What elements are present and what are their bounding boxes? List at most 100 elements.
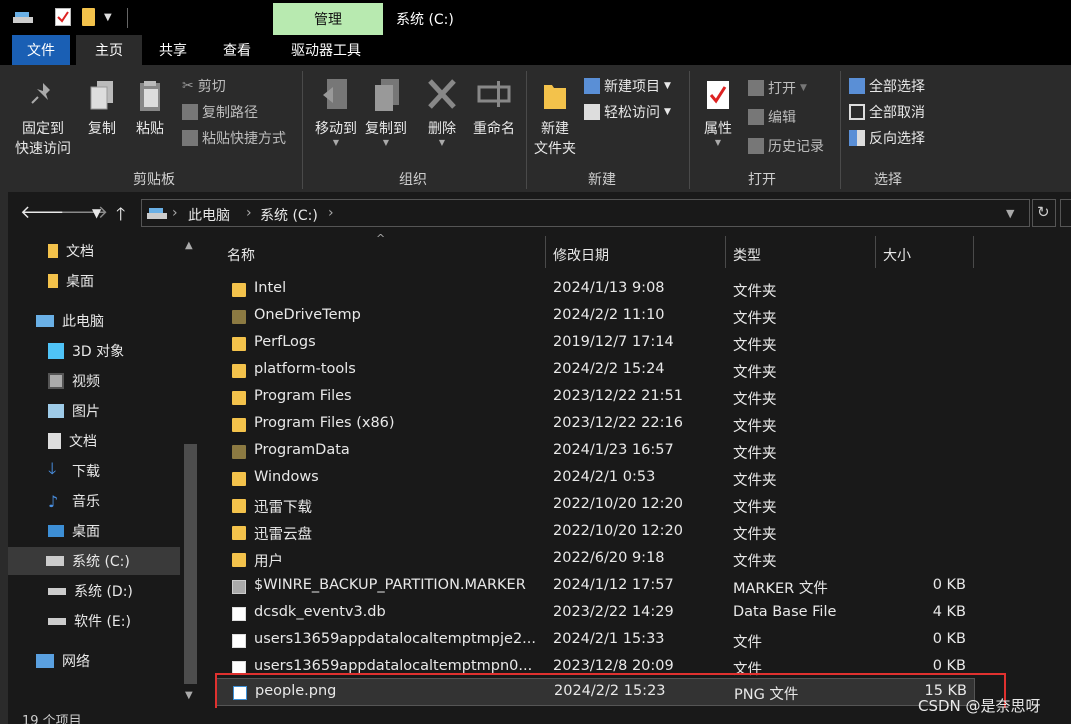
properties-button[interactable]: 属性 ▼ xyxy=(696,77,740,147)
table-row[interactable]: 用户 2022/6/20 9:18 文件夹 xyxy=(215,546,975,573)
table-row[interactable]: OneDriveTemp 2024/2/2 11:10 文件夹 xyxy=(215,303,975,330)
nav-item-music[interactable]: ♪ 音乐 xyxy=(48,487,100,515)
paste-button[interactable]: 粘贴 xyxy=(132,79,168,139)
history-button[interactable]: 历史记录 xyxy=(748,136,824,156)
nav-label: 视频 xyxy=(72,374,100,390)
copy-path-button[interactable]: 复制路径 xyxy=(182,102,258,122)
move-to-icon xyxy=(323,79,347,109)
new-folder-button[interactable]: 新建 文件夹 xyxy=(530,77,580,159)
new-item-button[interactable]: 新建项目 ▼ xyxy=(584,76,671,96)
table-row[interactable]: $WINRE_BACKUP_PARTITION.MARKER 2024/1/12 … xyxy=(215,573,975,600)
move-to-button[interactable]: 移动到 ▼ xyxy=(310,77,362,147)
pin-to-quick-access-button[interactable]: 固定到 快速访问 xyxy=(12,79,74,159)
tab-home[interactable]: 主页 xyxy=(76,35,142,65)
tab-manage[interactable]: 管理 xyxy=(273,3,383,35)
invert-selection-label: 反向选择 xyxy=(869,131,925,147)
tab-view[interactable]: 查看 xyxy=(206,35,268,65)
file-name: dcsdk_eventv3.db xyxy=(254,604,386,620)
nav-item-this-pc[interactable]: 此电脑 xyxy=(36,307,104,335)
rename-button[interactable]: 重命名 xyxy=(468,77,520,139)
nav-item-drive-d[interactable]: 系统 (D:) xyxy=(48,577,133,605)
breadcrumb-this-pc[interactable]: 此电脑 xyxy=(188,205,230,225)
new-item-label: 新建项目 xyxy=(604,79,660,95)
drive-icon xyxy=(48,587,66,595)
address-dropdown-icon[interactable]: ▼ xyxy=(1006,207,1014,220)
nav-item-drive-e[interactable]: 软件 (E:) xyxy=(48,607,131,635)
scroll-down-icon[interactable]: ▼ xyxy=(185,690,193,701)
column-size[interactable]: 大小 xyxy=(883,240,911,270)
tab-drive-tools[interactable]: 驱动器工具 xyxy=(272,35,380,65)
file-date: 2022/10/20 12:20 xyxy=(553,523,683,539)
nav-item-drive-c[interactable]: 系统 (C:) xyxy=(8,547,180,575)
customize-toolbar-arrow-icon[interactable]: ▼ xyxy=(104,12,114,30)
select-group-label: 选择 xyxy=(874,172,902,188)
nav-item-downloads[interactable]: 🡓 下载 xyxy=(48,457,100,485)
file-name: 用户 xyxy=(254,554,283,570)
file-date: 2024/2/1 15:33 xyxy=(553,631,665,647)
nav-item-3d-objects[interactable]: 3D 对象 xyxy=(48,337,124,365)
address-bar[interactable]: › 此电脑 › 系统 (C:) › ▼ xyxy=(141,199,1030,227)
table-row[interactable]: 迅雷云盘 2022/10/20 12:20 文件夹 xyxy=(215,519,975,546)
easy-access-button[interactable]: 轻松访问 ▼ xyxy=(584,102,671,122)
file-type: 文件夹 xyxy=(733,446,777,462)
select-none-button[interactable]: 全部取消 xyxy=(849,102,925,122)
tab-file[interactable]: 文件 xyxy=(12,35,70,65)
file-name: ProgramData xyxy=(254,442,350,458)
table-row[interactable]: platform-tools 2024/2/2 15:24 文件夹 xyxy=(215,357,975,384)
nav-item-network[interactable]: 网络 xyxy=(36,647,90,675)
delete-button[interactable]: 删除 ▼ xyxy=(422,77,462,147)
cut-button[interactable]: ✂ 剪切 xyxy=(182,76,226,96)
history-label: 历史记录 xyxy=(768,139,824,155)
table-row[interactable]: Program Files (x86) 2023/12/22 22:16 文件夹 xyxy=(215,411,975,438)
properties-icon xyxy=(707,81,729,109)
scroll-up-icon[interactable]: ▲ xyxy=(185,240,193,251)
table-row[interactable]: Windows 2024/2/1 0:53 文件夹 xyxy=(215,465,975,492)
paste-shortcut-button[interactable]: 粘贴快捷方式 xyxy=(182,128,286,148)
table-row[interactable]: ProgramData 2024/1/23 16:57 文件夹 xyxy=(215,438,975,465)
nav-label: 文档 xyxy=(69,434,97,450)
scrollbar-thumb[interactable] xyxy=(184,444,197,684)
nav-item-documents-quick[interactable]: 文档 xyxy=(48,237,94,265)
copy-button[interactable]: 复制 xyxy=(84,79,120,139)
properties-quick-icon[interactable] xyxy=(55,8,71,26)
nav-item-documents[interactable]: 文档 xyxy=(48,427,97,455)
invert-selection-button[interactable]: 反向选择 xyxy=(849,128,925,148)
column-date[interactable]: 修改日期 xyxy=(553,240,609,270)
file-size: 0 KB xyxy=(932,577,966,593)
music-icon: ♪ xyxy=(48,491,59,511)
new-folder-quick-icon[interactable] xyxy=(82,8,95,26)
file-type: 文件夹 xyxy=(733,284,777,300)
table-row[interactable]: 迅雷下载 2022/10/20 12:20 文件夹 xyxy=(215,492,975,519)
3d-objects-icon xyxy=(48,343,64,359)
copy-to-button[interactable]: 复制到 ▼ xyxy=(360,77,412,147)
table-row[interactable]: PerfLogs 2019/12/7 17:14 文件夹 xyxy=(215,330,975,357)
nav-item-desktop[interactable]: 桌面 xyxy=(48,517,100,545)
open-button[interactable]: 打开 ▼ xyxy=(748,78,807,98)
file-name: PerfLogs xyxy=(254,334,316,350)
table-row[interactable]: Program Files 2023/12/22 21:51 文件夹 xyxy=(215,384,975,411)
nav-scrollbar[interactable]: ▲ ▼ xyxy=(181,234,200,708)
pin-label-2: 快速访问 xyxy=(15,141,71,157)
column-type[interactable]: 类型 xyxy=(733,240,761,270)
nav-item-desktop-quick[interactable]: 桌面 xyxy=(48,267,94,295)
table-row[interactable]: Intel 2024/1/13 9:08 文件夹 xyxy=(215,276,975,303)
ribbon-tabs: 文件 主页 共享 查看 驱动器工具 xyxy=(0,35,1071,65)
nav-item-pictures[interactable]: 图片 xyxy=(48,397,100,425)
recent-locations-chevron-icon[interactable]: ▼ xyxy=(92,206,101,220)
breadcrumb-drive[interactable]: 系统 (C:) xyxy=(260,205,318,225)
system-drive-icon xyxy=(46,556,64,566)
table-row[interactable]: users13659appdatalocaltemptmpje2... 2024/… xyxy=(215,627,975,654)
tab-share[interactable]: 共享 xyxy=(146,35,200,65)
new-folder-label-1: 新建 xyxy=(541,121,569,137)
column-name[interactable]: 名称 xyxy=(227,240,255,270)
up-button[interactable]: 🡑 xyxy=(116,202,125,232)
nav-item-videos[interactable]: 视频 xyxy=(48,367,100,395)
select-all-button[interactable]: 全部选择 xyxy=(849,76,925,96)
refresh-button[interactable]: ↻ xyxy=(1032,199,1056,227)
select-none-label: 全部取消 xyxy=(869,105,925,121)
nav-label: 桌面 xyxy=(72,524,100,540)
table-row[interactable]: dcsdk_eventv3.db 2023/2/22 14:29 Data Base… xyxy=(215,600,975,627)
search-input[interactable] xyxy=(1060,199,1071,227)
edit-button[interactable]: 编辑 xyxy=(748,107,796,127)
navigation-pane: 文档 桌面 此电脑 3D 对象 视频 图片 文档 🡓 下载 ♪ 音乐 桌面 系统 (… xyxy=(8,234,203,708)
